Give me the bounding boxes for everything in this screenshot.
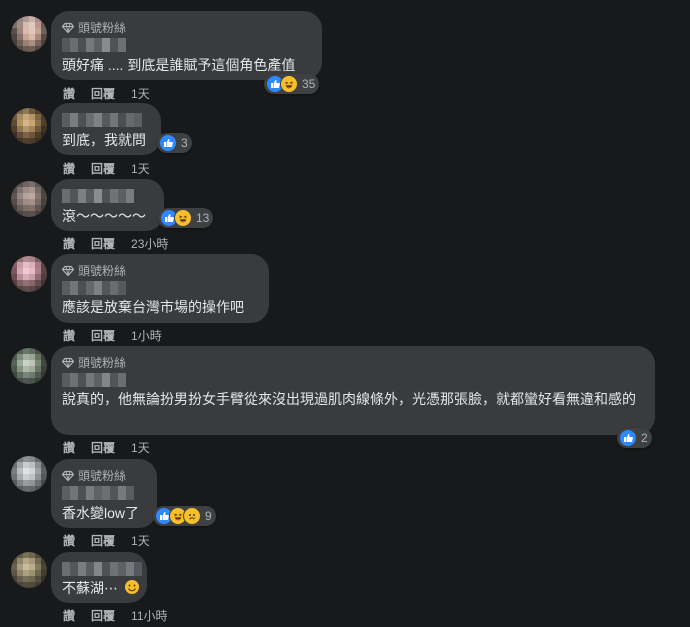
avatar[interactable] (11, 108, 47, 144)
laughing-face-icon (174, 209, 192, 227)
comment-text: 不蘇湖⋯ (62, 578, 140, 600)
badge-label: 頭號粉絲 (78, 21, 127, 35)
comment-text: 說真的，他無論扮男扮女手臂從來沒出現過肌肉線條外，光憑那張臉，就都蠻好看無違和感… (62, 391, 636, 407)
comment-text: 香水變low了 (62, 505, 140, 521)
comment-text: 滾～～～～～ (62, 208, 146, 224)
comment-timestamp[interactable]: 1天 (131, 85, 150, 102)
commenter-name-blurred[interactable] (62, 486, 134, 500)
top-fan-badge[interactable]: 頭號粉絲 (62, 262, 126, 279)
comment-actions: 讚 回覆 1天 (63, 439, 150, 456)
diamond-icon (62, 357, 74, 368)
avatar[interactable] (11, 256, 47, 292)
comment-timestamp[interactable]: 1天 (131, 160, 150, 177)
top-fan-badge[interactable]: 頭號粉絲 (62, 19, 126, 36)
badge-label: 頭號粉絲 (78, 469, 127, 483)
comment-bubble: 滾～～～～～ (51, 179, 164, 231)
like-button[interactable]: 讚 (63, 160, 75, 177)
reply-button[interactable]: 回覆 (91, 235, 115, 252)
comment-text: 到底，我就問 (62, 132, 146, 148)
comment-timestamp[interactable]: 23小時 (131, 235, 168, 252)
comment-bubble: 頭號粉絲 頭好痛 .... 到底是誰賦予這個角色產值 (51, 11, 322, 80)
avatar[interactable] (11, 456, 47, 492)
comment-bubble: 頭號粉絲 香水變low了 (51, 459, 157, 528)
avatar[interactable] (11, 348, 47, 384)
like-button[interactable]: 讚 (63, 235, 75, 252)
badge-label: 頭號粉絲 (78, 264, 127, 278)
comment-actions: 讚 回覆 1天 (63, 160, 150, 177)
diamond-icon (62, 470, 74, 481)
commenter-name-blurred[interactable] (62, 562, 142, 576)
comment-actions: 讚 回覆 1天 (63, 85, 150, 102)
comment-timestamp[interactable]: 1天 (131, 532, 150, 549)
comment-text-content: 不蘇湖⋯ (62, 580, 118, 596)
reaction-count: 13 (196, 211, 210, 225)
comment-bubble: 頭號粉絲 應該是放棄台灣市場的操作吧 (51, 254, 269, 323)
comment-timestamp[interactable]: 1天 (131, 439, 150, 456)
reaction-count: 35 (302, 77, 316, 91)
comment-actions: 讚 回覆 1小時 (63, 327, 162, 344)
reply-button[interactable]: 回覆 (91, 327, 115, 344)
reaction-count: 2 (641, 431, 648, 445)
reply-button[interactable]: 回覆 (91, 85, 115, 102)
commenter-name-blurred[interactable] (62, 281, 126, 295)
reply-button[interactable]: 回覆 (91, 532, 115, 549)
diamond-icon (62, 22, 74, 33)
badge-label: 頭號粉絲 (78, 356, 127, 370)
avatar[interactable] (11, 16, 47, 52)
comment-timestamp[interactable]: 1小時 (131, 327, 162, 344)
top-fan-badge[interactable]: 頭號粉絲 (62, 467, 126, 484)
thumbs-up-icon (619, 429, 637, 447)
reply-button[interactable]: 回覆 (91, 160, 115, 177)
like-button[interactable]: 讚 (63, 85, 75, 102)
avatar[interactable] (11, 552, 47, 588)
comment-text: 應該是放棄台灣市場的操作吧 (62, 299, 244, 315)
commenter-name-blurred[interactable] (62, 189, 134, 203)
like-button[interactable]: 讚 (63, 327, 75, 344)
reaction-summary[interactable]: 35 (264, 74, 320, 94)
reply-button[interactable]: 回覆 (91, 439, 115, 456)
reaction-summary[interactable]: 9 (153, 506, 216, 526)
reaction-count: 3 (181, 136, 188, 150)
comment-bubble: 不蘇湖⋯ (51, 552, 147, 603)
like-button[interactable]: 讚 (63, 607, 75, 624)
reaction-summary[interactable]: 2 (617, 428, 652, 448)
sad-face-icon (183, 507, 201, 525)
reaction-summary[interactable]: 3 (157, 133, 192, 153)
avatar[interactable] (11, 181, 47, 217)
reply-button[interactable]: 回覆 (91, 607, 115, 624)
comment-bubble: 到底，我就問 (51, 103, 161, 155)
comment-actions: 讚 回覆 1天 (63, 532, 150, 549)
diamond-icon (62, 265, 74, 276)
comment-timestamp[interactable]: 11小時 (131, 607, 167, 624)
like-button[interactable]: 讚 (63, 532, 75, 549)
comment-bubble: 頭號粉絲 說真的，他無論扮男扮女手臂從來沒出現過肌肉線條外，光憑那張臉，就都蠻好… (51, 346, 655, 435)
reaction-summary[interactable]: 13 (158, 208, 214, 228)
comment-text: 頭好痛 .... 到底是誰賦予這個角色產值 (62, 57, 296, 73)
thumbs-up-icon (159, 134, 177, 152)
like-button[interactable]: 讚 (63, 439, 75, 456)
smile-emoji-icon (124, 579, 140, 600)
commenter-name-blurred[interactable] (62, 113, 142, 127)
commenter-name-blurred[interactable] (62, 38, 126, 52)
laughing-face-icon (280, 75, 298, 93)
comment-actions: 讚 回覆 23小時 (63, 235, 168, 252)
comment-actions: 讚 回覆 11小時 (63, 607, 168, 624)
commenter-name-blurred[interactable] (62, 373, 126, 387)
top-fan-badge[interactable]: 頭號粉絲 (62, 354, 126, 371)
reaction-count: 9 (205, 509, 212, 523)
